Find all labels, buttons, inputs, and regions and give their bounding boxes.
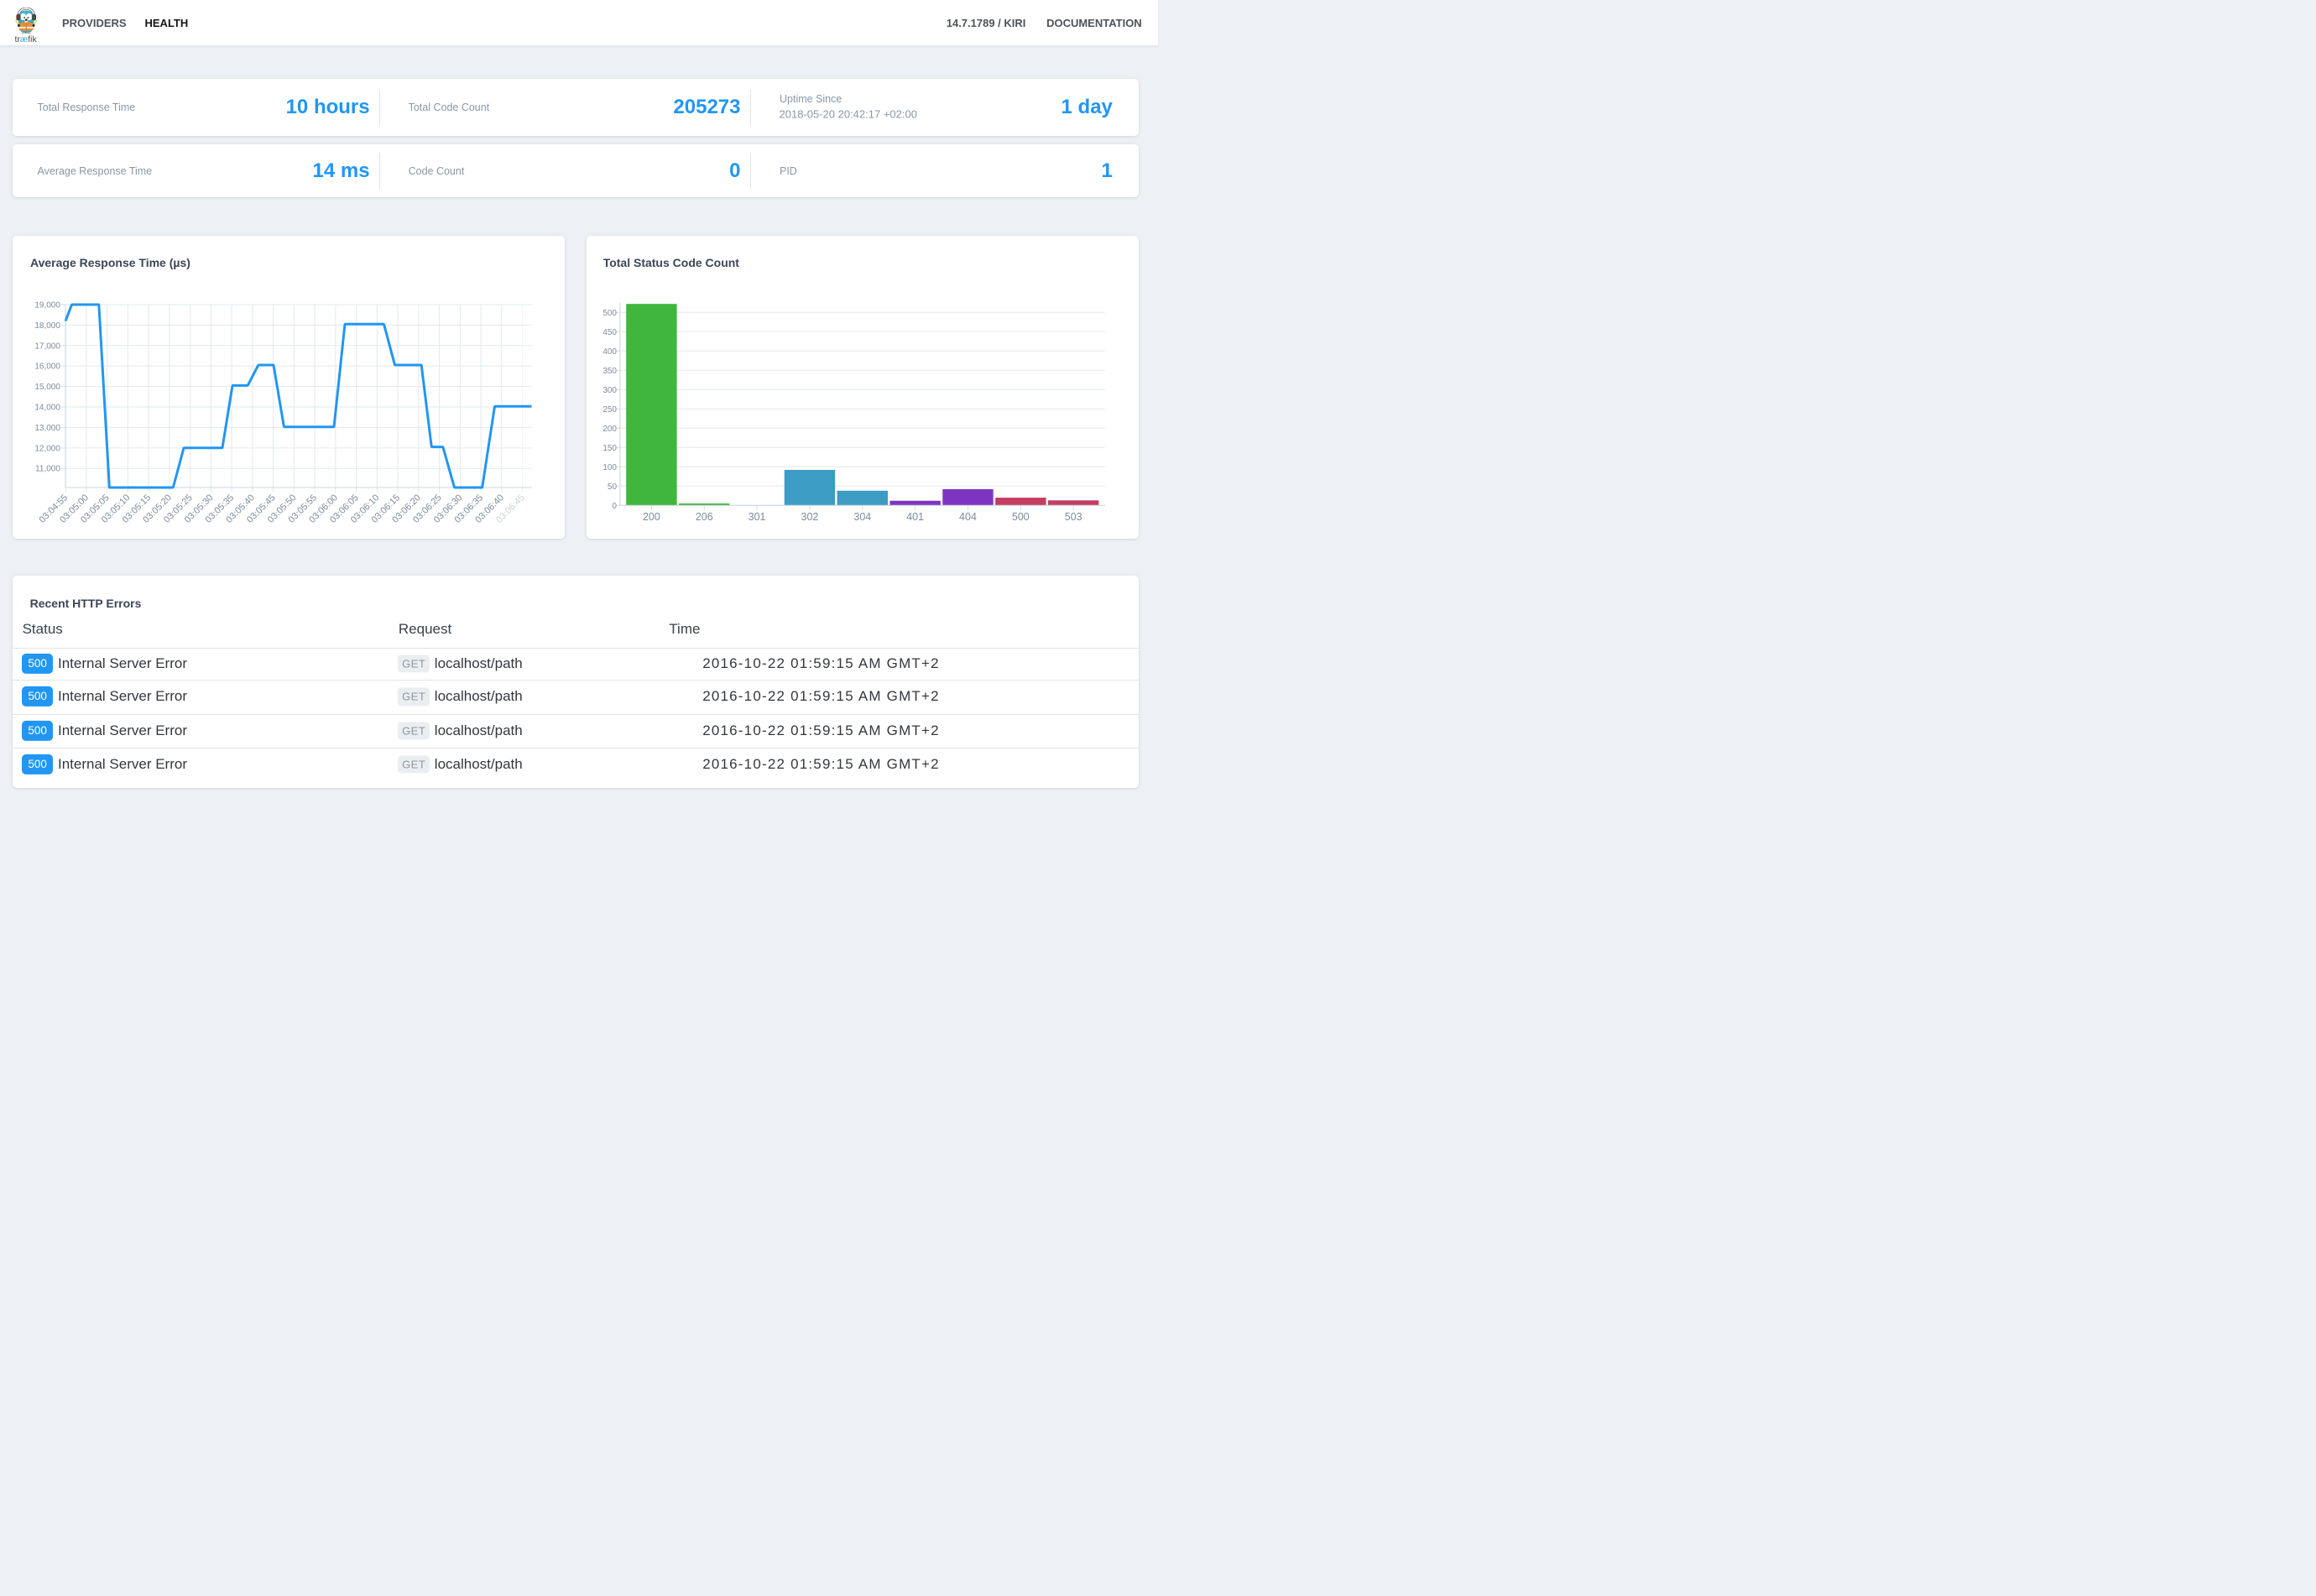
- svg-text:206: 206: [695, 511, 712, 523]
- svg-text:13,000: 13,000: [34, 424, 60, 433]
- svg-text:500: 500: [1011, 511, 1029, 523]
- svg-text:50: 50: [607, 482, 617, 492]
- svg-text:12,000: 12,000: [34, 445, 60, 454]
- svg-text:302: 302: [801, 511, 818, 523]
- svg-text:150: 150: [602, 444, 617, 453]
- svg-text:100: 100: [602, 463, 617, 472]
- svg-text:0: 0: [612, 502, 617, 511]
- svg-text:401: 401: [906, 511, 924, 523]
- svg-text:14,000: 14,000: [34, 404, 60, 413]
- svg-text:404: 404: [959, 511, 977, 523]
- svg-text:200: 200: [602, 425, 617, 434]
- svg-text:11,000: 11,000: [35, 465, 60, 474]
- svg-text:19,000: 19,000: [34, 301, 60, 310]
- svg-text:450: 450: [602, 328, 617, 337]
- svg-text:304: 304: [853, 511, 871, 523]
- svg-text:250: 250: [602, 405, 617, 415]
- svg-text:500: 500: [602, 309, 617, 318]
- svg-text:400: 400: [602, 347, 617, 357]
- svg-text:17,000: 17,000: [34, 342, 60, 352]
- svg-text:503: 503: [1064, 511, 1082, 523]
- svg-text:16,000: 16,000: [34, 362, 60, 372]
- svg-text:18,000: 18,000: [34, 321, 60, 331]
- svg-text:300: 300: [602, 386, 617, 395]
- svg-text:200: 200: [642, 511, 660, 523]
- svg-text:350: 350: [602, 367, 617, 376]
- svg-text:15,000: 15,000: [34, 383, 60, 392]
- svg-text:301: 301: [748, 511, 765, 523]
